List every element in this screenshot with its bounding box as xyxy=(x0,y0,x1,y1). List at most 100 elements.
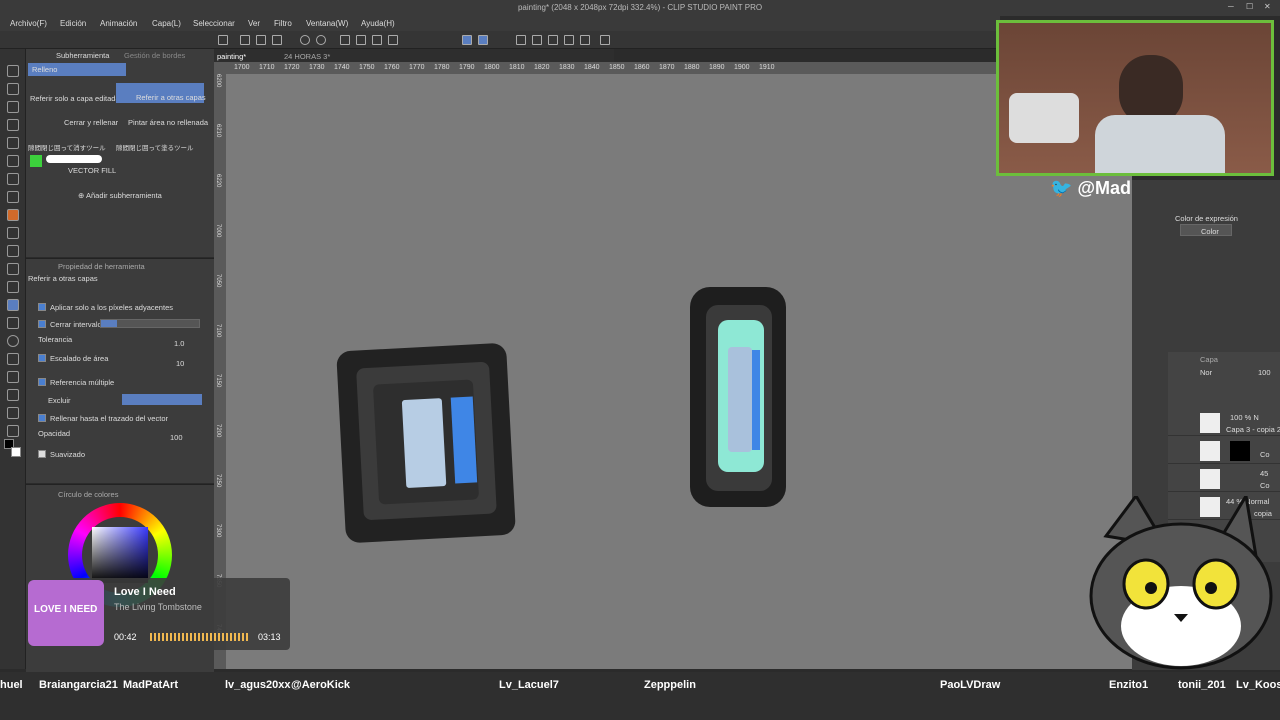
snap-ruler-icon[interactable] xyxy=(462,35,472,45)
layer-row[interactable]: 45 Co xyxy=(1168,466,1280,492)
correct-line-tool-icon[interactable] xyxy=(7,425,19,437)
menu-capa[interactable]: Capa(L) xyxy=(152,19,181,28)
subtool-item-vector-fill[interactable]: VECTOR FILL xyxy=(68,166,116,175)
subtool-item-paint-unfilled[interactable]: Pintar área no rellenada xyxy=(128,118,208,127)
fill-tool-icon[interactable] xyxy=(7,299,19,311)
multi-ref-checkbox[interactable] xyxy=(38,378,46,386)
menu-ver[interactable]: Ver xyxy=(248,19,260,28)
maximize-icon[interactable]: ☐ xyxy=(1246,2,1253,11)
layer-opacity-value[interactable]: 100 xyxy=(1258,368,1271,377)
move-tool-icon[interactable] xyxy=(7,83,19,95)
export-icon[interactable] xyxy=(272,35,282,45)
ruler-tool-icon[interactable] xyxy=(7,371,19,383)
area-scale-value[interactable]: 10 xyxy=(176,359,184,368)
pencil-tool-icon[interactable] xyxy=(7,191,19,203)
menu-animacion[interactable]: Animación xyxy=(100,19,137,28)
viewer-name: Lv_Koosa xyxy=(1236,679,1280,691)
scale-icon[interactable] xyxy=(548,35,558,45)
decoration-tool-icon[interactable] xyxy=(7,245,19,257)
eyedropper-tool-icon[interactable] xyxy=(7,155,19,167)
fill-icon[interactable] xyxy=(356,35,366,45)
text-tool-icon[interactable] xyxy=(7,389,19,401)
webcam-person-shirt xyxy=(1095,115,1225,173)
layer-header: Capa xyxy=(1200,355,1218,364)
settings-icon[interactable] xyxy=(564,35,574,45)
menu-archivo[interactable]: Archivo(F) xyxy=(10,19,47,28)
saturation-square[interactable] xyxy=(92,527,148,583)
open-icon[interactable] xyxy=(240,35,250,45)
clear-icon[interactable] xyxy=(340,35,350,45)
color-wheel-header: Círculo de colores xyxy=(58,490,119,499)
new-icon[interactable] xyxy=(218,35,228,45)
opacity-label: Opacidad xyxy=(38,429,71,438)
eraser-tool-icon[interactable] xyxy=(7,263,19,275)
webcam-pillow xyxy=(1009,93,1079,143)
blend-mode-select[interactable]: Nor xyxy=(1200,368,1212,377)
subtool-tab-fill[interactable]: Relleno xyxy=(28,63,126,76)
tolerance-value[interactable]: 1.0 xyxy=(174,339,184,348)
redo-icon[interactable] xyxy=(316,35,326,45)
area-scale-checkbox[interactable] xyxy=(38,354,46,362)
subtool-item-close-fill[interactable]: Cerrar y rellenar xyxy=(64,118,118,127)
minimize-icon[interactable]: ─ xyxy=(1228,2,1234,11)
pen-tool-icon[interactable] xyxy=(7,173,19,185)
smooth-label: Suavizado xyxy=(50,450,86,459)
brush-tool-icon[interactable] xyxy=(7,209,19,221)
smooth-checkbox[interactable] xyxy=(38,450,46,458)
lasso-tool-icon[interactable] xyxy=(7,137,19,149)
ruler-icon[interactable] xyxy=(600,35,610,45)
tab-24-horas[interactable]: 24 HORAS 3* xyxy=(284,52,330,61)
close-gap-checkbox[interactable] xyxy=(38,320,46,328)
crop-icon[interactable] xyxy=(388,35,398,45)
expression-color-select[interactable]: Color xyxy=(1180,224,1232,236)
menu-edicion[interactable]: Edición xyxy=(60,19,86,28)
add-subtool-button[interactable]: ⊕ Añadir subherramienta xyxy=(78,191,162,200)
airbrush-tool-icon[interactable] xyxy=(7,227,19,239)
window-title: painting* (2048 x 2048px 72dpi 332.4%) -… xyxy=(517,3,763,12)
lasso-icon[interactable] xyxy=(532,35,542,45)
fill-to-vector-checkbox[interactable] xyxy=(38,414,46,422)
menu-seleccionar[interactable]: Seleccionar xyxy=(193,19,235,28)
ruler-left-label: 7150 xyxy=(215,374,221,388)
ruler-left-label: 7000 xyxy=(215,224,221,238)
subtool-item-editing-layer[interactable]: Referir solo a capa editada xyxy=(30,94,120,103)
multi-ref-label: Referencia múltiple xyxy=(50,378,115,387)
opacity-value[interactable]: 100 xyxy=(170,433,183,442)
layer-row[interactable]: 100 % N Capa 3 - copia 2 xyxy=(1168,410,1280,436)
add-icon: ⊕ xyxy=(78,191,86,200)
operation-tool-icon[interactable] xyxy=(7,101,19,113)
snap-grid-icon[interactable] xyxy=(478,35,488,45)
close-icon[interactable]: ✕ xyxy=(1264,2,1271,11)
zoom-tool-icon[interactable] xyxy=(7,65,19,77)
menu-filtro[interactable]: Filtro xyxy=(274,19,292,28)
viewer-name: lv_agus20xx xyxy=(225,679,291,691)
balloon-tool-icon[interactable] xyxy=(7,407,19,419)
title-bar: painting* (2048 x 2048px 72dpi 332.4%) -… xyxy=(0,0,1280,16)
figure-tool-icon[interactable] xyxy=(7,335,19,347)
ruler-left-label: 7250 xyxy=(215,474,221,488)
save-icon[interactable] xyxy=(256,35,266,45)
ruler-top: 1700 1710 1720 1730 1740 1750 1760 1770 … xyxy=(226,62,996,74)
blend-tool-icon[interactable] xyxy=(7,281,19,293)
subtool-item-gap-erase[interactable]: 隙間閉じ囲って消すツール xyxy=(28,142,106,152)
frame-tool-icon[interactable] xyxy=(7,353,19,365)
transform-icon[interactable] xyxy=(372,35,382,45)
subtool-item-gap-fill[interactable]: 隙間閉じ囲って塗るツール xyxy=(116,142,194,152)
layer-row[interactable]: Co xyxy=(1168,438,1280,464)
tab-painting[interactable]: painting* xyxy=(217,52,246,61)
selection-tool-icon[interactable] xyxy=(7,119,19,131)
viewer-name: MadPatArt xyxy=(123,679,179,691)
menu-ventana[interactable]: Ventana(W) xyxy=(306,19,348,28)
song-artist: The Living Tombstone xyxy=(114,602,202,612)
select-icon[interactable] xyxy=(516,35,526,45)
close-gap-slider[interactable] xyxy=(100,319,200,328)
gradient-tool-icon[interactable] xyxy=(7,317,19,329)
subtool-item-other-layers[interactable]: Referir a otras capas xyxy=(116,83,206,103)
undo-icon[interactable] xyxy=(300,35,310,45)
apply-adjacent-checkbox[interactable] xyxy=(38,303,46,311)
grid-icon[interactable] xyxy=(580,35,590,45)
sub-color-swatch[interactable] xyxy=(11,447,21,457)
exclude-options[interactable] xyxy=(122,394,202,405)
menu-ayuda[interactable]: Ayuda(H) xyxy=(361,19,395,28)
webcam-overlay xyxy=(996,20,1274,176)
